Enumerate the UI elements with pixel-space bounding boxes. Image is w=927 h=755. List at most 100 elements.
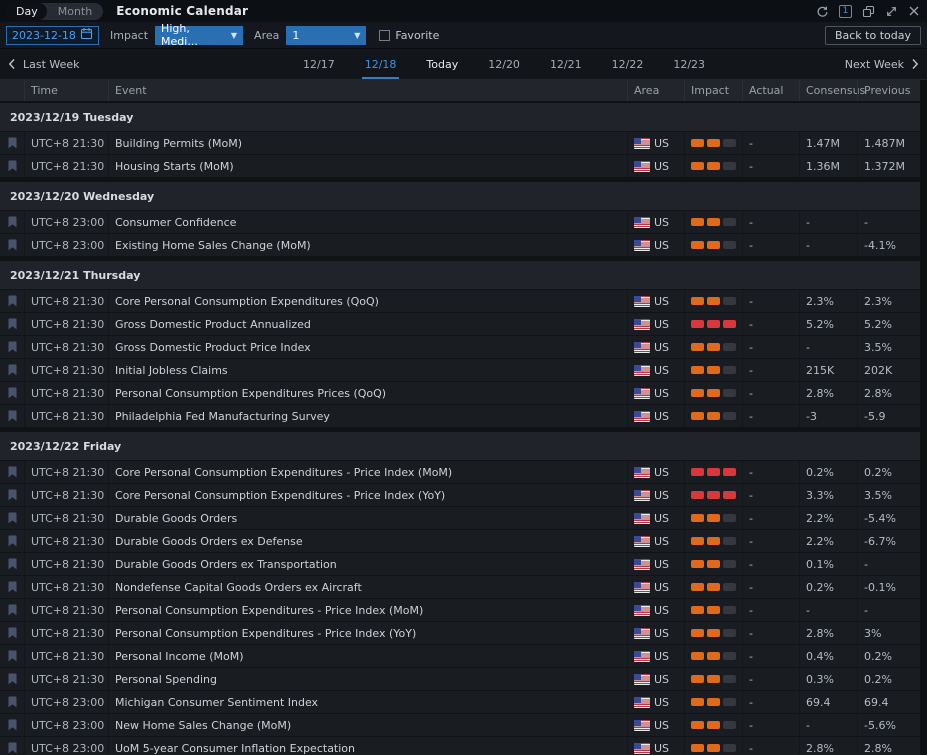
tab-month[interactable]: Month [47,3,103,20]
event-row[interactable]: UTC+8 21:30 Philadelphia Fed Manufacturin… [0,404,920,427]
previous-value: - [857,599,920,621]
week-day-12-21[interactable]: 12/21 [535,49,597,79]
event-row[interactable]: UTC+8 21:30 Gross Domestic Product Price … [0,335,920,358]
favorite-checkbox[interactable] [379,29,391,41]
bookmark-icon[interactable] [8,558,17,570]
week-day-today[interactable]: Today [411,49,473,79]
event-time: UTC+8 23:00 [24,234,108,256]
bookmark-icon[interactable] [8,466,17,478]
week-day-12-18[interactable]: 12/18 [350,49,412,79]
event-name: Housing Starts (MoM) [108,155,627,177]
bookmark-icon[interactable] [8,364,17,376]
area-cell: US [627,290,684,312]
us-flag-icon [634,604,650,616]
close-icon[interactable] [908,5,920,17]
bookmark-icon[interactable] [8,295,17,307]
event-row[interactable]: UTC+8 23:00 Consumer Confidence US - - - [0,210,920,233]
impact-filter-dropdown[interactable]: High, Medi... ▼ [155,22,244,48]
bookmark-icon[interactable] [8,318,17,330]
impact-segment [707,606,720,614]
bookmark-icon[interactable] [8,410,17,422]
event-name: Gross Domestic Product Price Index [108,336,627,358]
event-row[interactable]: UTC+8 21:30 Gross Domestic Product Annual… [0,312,920,335]
actual-value: - [742,359,799,381]
event-row[interactable]: UTC+8 21:30 Personal Income (MoM) US -0.4% 0… [0,644,920,667]
last-week-button[interactable]: Last Week [8,58,80,71]
back-to-today-button[interactable]: Back to today [824,25,921,45]
date-picker-input[interactable]: 2023-12-18 [6,25,99,45]
refresh-icon[interactable] [816,5,829,18]
impact-segment [723,744,736,752]
week-day-12-20[interactable]: 12/20 [473,49,535,79]
impact-segment [707,412,720,420]
impact-indicator [684,622,742,644]
event-row[interactable]: UTC+8 21:30 Durable Goods Orders US -2.2% -5… [0,506,920,529]
bookmark-icon[interactable] [8,239,17,251]
previous-value: -6.7% [857,530,920,552]
area-filter-dropdown[interactable]: 1 ▼ [286,25,367,45]
impact-indicator [684,313,742,335]
impact-segment [707,514,720,522]
impact-segment [707,366,720,374]
event-row[interactable]: UTC+8 21:30 Housing Starts (MoM) US -1.36M 1… [0,154,920,177]
bookmark-icon[interactable] [8,696,17,708]
restore-icon[interactable] [862,5,875,18]
event-row[interactable]: UTC+8 21:30 Core Personal Consumption Exp… [0,460,920,483]
bookmark-icon[interactable] [8,341,17,353]
area-label: US [654,649,670,663]
actual-value: - [742,461,799,483]
bookmark-icon[interactable] [8,216,17,228]
impact-segment [707,389,720,397]
scrollbar-track[interactable] [920,80,927,755]
impact-segment [691,698,704,706]
event-row[interactable]: UTC+8 21:30 Personal Spending US -0.3% 0.2% [0,667,920,690]
bookmark-icon[interactable] [8,160,17,172]
event-row[interactable]: UTC+8 23:00 UoM 5-year Consumer Inflation… [0,736,920,755]
next-week-button[interactable]: Next Week [845,58,919,71]
bookmark-icon[interactable] [8,627,17,639]
bookmark-icon[interactable] [8,673,17,685]
bookmark-icon[interactable] [8,387,17,399]
area-cell: US [627,211,684,233]
impact-indicator [684,155,742,177]
actual-value: - [742,691,799,713]
window-count-badge[interactable]: 1 [839,4,852,18]
tab-day[interactable]: Day [7,2,47,20]
previous-value: 0.2% [857,645,920,667]
previous-value: 2.8% [857,737,920,755]
week-day-12-23[interactable]: 12/23 [658,49,720,79]
event-row[interactable]: UTC+8 21:30 Personal Consumption Expendit… [0,598,920,621]
impact-segment [691,241,704,249]
event-row[interactable]: UTC+8 21:30 Durable Goods Orders ex Trans… [0,552,920,575]
event-row[interactable]: UTC+8 21:30 Building Permits (MoM) US -1.47… [0,131,920,154]
section-date-header: 2023/12/22 Friday [0,432,920,460]
previous-value: -5.4% [857,507,920,529]
event-row[interactable]: UTC+8 23:00 Michigan Consumer Sentiment I… [0,690,920,713]
bookmark-icon[interactable] [8,512,17,524]
event-row[interactable]: UTC+8 21:30 Durable Goods Orders ex Defen… [0,529,920,552]
area-label: US [654,626,670,640]
impact-segment [723,675,736,683]
event-row[interactable]: UTC+8 21:30 Core Personal Consumption Exp… [0,483,920,506]
event-row[interactable]: UTC+8 23:00 Existing Home Sales Change (M… [0,233,920,256]
consensus-value: 2.2% [799,507,857,529]
bookmark-icon[interactable] [8,137,17,149]
bookmark-icon[interactable] [8,650,17,662]
week-day-12-22[interactable]: 12/22 [597,49,659,79]
event-row[interactable]: UTC+8 21:30 Personal Consumption Expendit… [0,381,920,404]
event-row[interactable]: UTC+8 21:30 Core Personal Consumption Exp… [0,289,920,312]
event-row[interactable]: UTC+8 21:30 Initial Jobless Claims US -215K… [0,358,920,381]
bookmark-icon[interactable] [8,489,17,501]
event-row[interactable]: UTC+8 21:30 Personal Consumption Expendit… [0,621,920,644]
bookmark-icon[interactable] [8,604,17,616]
week-day-12-17[interactable]: 12/17 [288,49,350,79]
expand-icon[interactable] [885,5,898,18]
bookmark-icon[interactable] [8,581,17,593]
event-row[interactable]: UTC+8 21:30 Nondefense Capital Goods Orde… [0,575,920,598]
bookmark-icon[interactable] [8,742,17,754]
bookmark-icon[interactable] [8,535,17,547]
bookmark-icon[interactable] [8,719,17,731]
event-row[interactable]: UTC+8 23:00 New Home Sales Change (MoM) US… [0,713,920,736]
bookmark-cell [0,461,24,483]
area-label: US [654,718,670,732]
